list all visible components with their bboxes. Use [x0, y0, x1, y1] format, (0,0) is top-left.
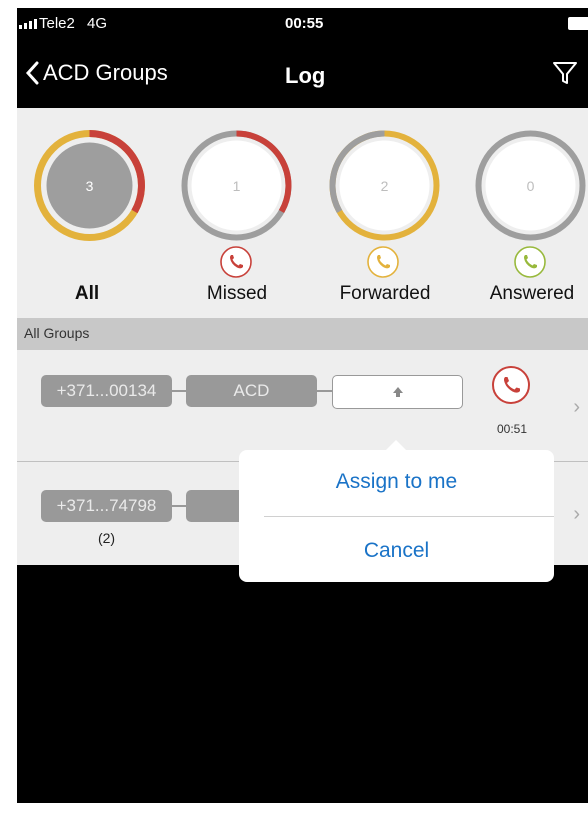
missed-count: 1 — [232, 177, 241, 194]
chevron-right-icon: › — [573, 503, 580, 525]
missed-call-status-icon — [492, 366, 530, 404]
battery-icon — [568, 17, 588, 30]
assign-target-button[interactable] — [332, 375, 463, 409]
filter-missed-ring[interactable]: 1 — [179, 128, 294, 243]
assign-popover: Assign to me Cancel — [239, 440, 554, 582]
popover-divider — [264, 516, 554, 517]
tab-answered-label[interactable]: Answered — [477, 283, 587, 305]
signal-icon — [19, 19, 37, 29]
chevron-left-icon — [25, 61, 39, 85]
group-badge: ACD — [186, 375, 317, 407]
connector-line — [172, 390, 186, 392]
chevron-right-icon: › — [573, 396, 580, 418]
phone-screen: Tele2 4G 00:55 ACD Groups Log 3 1 2 0 Al… — [17, 8, 588, 803]
log-content: 3 1 2 0 All Missed Forwarded Answered Al… — [17, 108, 588, 582]
network-label: 4G — [87, 15, 108, 32]
answered-count: 0 — [526, 177, 535, 194]
group-header: All Groups — [17, 318, 588, 350]
connector-line — [317, 390, 332, 392]
carrier-label: Tele2 — [39, 15, 75, 32]
filter-forwarded-ring[interactable]: 2 — [327, 128, 442, 243]
filter-icon — [553, 62, 577, 84]
clock: 00:55 — [285, 15, 324, 32]
tab-all-label[interactable]: All — [47, 283, 127, 305]
answered-call-icon — [514, 246, 546, 278]
group-header-label: All Groups — [24, 325, 90, 341]
navigation-bar: ACD Groups Log — [17, 40, 588, 108]
forwarded-call-icon — [367, 246, 399, 278]
filter-button[interactable] — [552, 60, 578, 91]
back-button[interactable]: ACD Groups — [25, 60, 168, 86]
call-duration: 00:51 — [496, 422, 528, 436]
missed-call-icon — [220, 246, 252, 278]
assign-to-me-button[interactable]: Assign to me — [239, 470, 554, 494]
filter-answered-ring[interactable]: 0 — [473, 128, 588, 243]
status-bar: Tele2 4G 00:55 — [17, 8, 588, 40]
forwarded-count: 2 — [380, 177, 389, 194]
page-title: Log — [285, 63, 326, 88]
all-count: 3 — [85, 177, 94, 194]
tab-missed-label[interactable]: Missed — [187, 283, 287, 305]
connector-line — [172, 505, 186, 507]
filter-all-ring[interactable]: 3 — [32, 128, 147, 243]
caller-number: +371...74798 — [41, 490, 172, 522]
call-row[interactable]: +371...00134 ACD 00:51 › — [17, 360, 588, 460]
popover-arrow — [384, 440, 408, 452]
call-count: (2) — [97, 530, 116, 546]
arrow-up-icon — [392, 387, 403, 397]
caller-number: +371...00134 — [41, 375, 172, 407]
back-label: ACD Groups — [43, 60, 168, 85]
cancel-button[interactable]: Cancel — [239, 539, 554, 563]
tab-forwarded-label[interactable]: Forwarded — [325, 283, 445, 305]
